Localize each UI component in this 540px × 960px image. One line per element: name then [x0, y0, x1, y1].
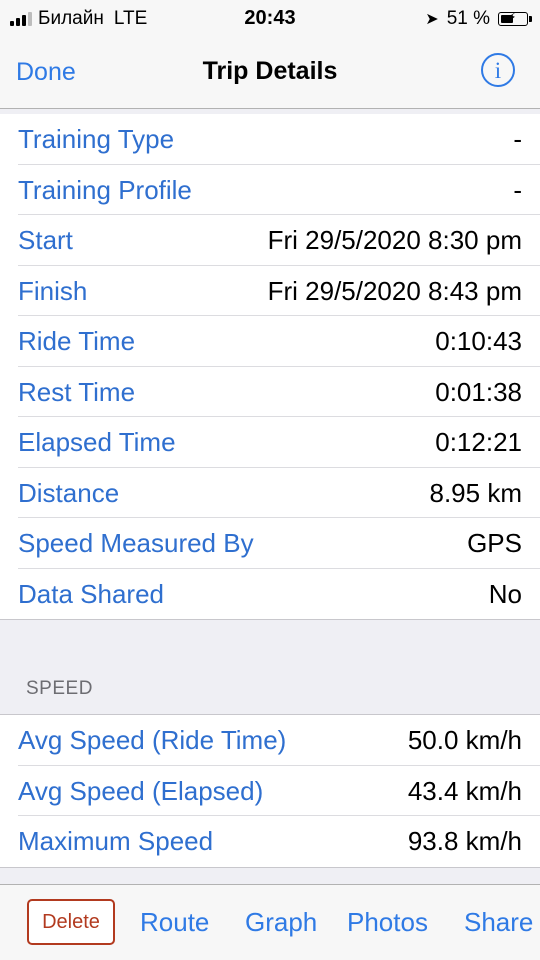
- row-value: Fri 29/5/2020 8:30 pm: [267, 225, 522, 255]
- detail-row: Ride Time 0:10:43: [0, 316, 540, 367]
- row-label: Training Profile: [18, 174, 192, 205]
- detail-row: Maximum Speed 93.8 km/h: [0, 816, 540, 867]
- row-value: 93.8 km/h: [407, 826, 522, 856]
- detail-row: Training Type -: [0, 114, 540, 165]
- row-value: Fri 29/5/2020 8:43 pm: [267, 275, 522, 306]
- row-label: Maximum Speed: [18, 826, 214, 856]
- delete-button[interactable]: Delete: [27, 899, 115, 945]
- detail-row: Rest Time 0:01:38: [0, 367, 540, 418]
- detail-row: Start Fri 29/5/2020 8:30 pm: [0, 215, 540, 266]
- info-icon: i: [494, 58, 502, 83]
- status-right: ➤ 51 % ⚡: [425, 8, 532, 30]
- detail-row: Distance 8.95 km: [0, 468, 540, 519]
- row-label: Rest Time: [18, 376, 136, 407]
- row-value: -: [513, 174, 522, 205]
- trip-details-list: Training Type - Training Profile - Start Fri …: [0, 114, 540, 620]
- share-button[interactable]: Share: [464, 907, 533, 938]
- done-button[interactable]: Done: [16, 58, 76, 87]
- row-value: 0:12:21: [435, 427, 522, 457]
- speed-list: Avg Speed (Ride Time) 50.0 km/h Avg Speed …: [0, 714, 540, 868]
- route-button[interactable]: Route: [140, 907, 209, 938]
- location-arrow-icon: ➤: [425, 11, 439, 28]
- row-value: 8.95 km: [429, 477, 523, 508]
- page-title: Trip Details: [202, 57, 338, 85]
- photos-button[interactable]: Photos: [347, 907, 428, 938]
- speed-section-header: SPEED: [26, 678, 93, 699]
- battery-icon: ⚡: [498, 10, 532, 26]
- charging-bolt-icon: ⚡: [508, 10, 517, 24]
- navigation-bar: Done Trip Details i: [0, 38, 540, 109]
- bottom-toolbar: Delete Route Graph Photos Share: [0, 884, 540, 960]
- row-label: Distance: [18, 477, 120, 508]
- info-button[interactable]: i: [481, 53, 515, 87]
- row-label: Start: [18, 225, 73, 255]
- detail-row: Training Profile -: [0, 165, 540, 216]
- row-value: 50.0 km/h: [407, 725, 522, 755]
- battery-percent: 51 %: [446, 8, 490, 29]
- row-value: 0:10:43: [435, 326, 522, 356]
- detail-row: Data Shared No: [0, 569, 540, 620]
- row-label: Elapsed Time: [18, 427, 176, 457]
- row-value: -: [513, 124, 522, 154]
- status-bar: Билайн LTE 20:43 ➤ 51 % ⚡: [0, 0, 540, 38]
- row-label: Training Type: [18, 124, 175, 154]
- detail-row: Elapsed Time 0:12:21: [0, 417, 540, 468]
- row-label: Avg Speed (Ride Time): [18, 725, 287, 755]
- row-value: No: [488, 578, 522, 609]
- row-label: Data Shared: [18, 578, 164, 609]
- row-label: Finish: [18, 275, 88, 306]
- detail-row: Avg Speed (Elapsed) 43.4 km/h: [0, 766, 540, 817]
- graph-button[interactable]: Graph: [245, 907, 317, 938]
- row-label: Avg Speed (Elapsed): [18, 775, 264, 806]
- detail-row: Avg Speed (Ride Time) 50.0 km/h: [0, 715, 540, 766]
- row-label: Ride Time: [18, 326, 136, 356]
- screen: Билайн LTE 20:43 ➤ 51 % ⚡ Done Trip Deta…: [0, 0, 540, 960]
- row-value: 43.4 km/h: [407, 775, 522, 806]
- detail-row: Finish Fri 29/5/2020 8:43 pm: [0, 266, 540, 317]
- row-value: 0:01:38: [435, 376, 522, 407]
- detail-row: Speed Measured By GPS: [0, 518, 540, 569]
- row-label: Speed Measured By: [18, 528, 254, 558]
- row-value: GPS: [467, 528, 522, 558]
